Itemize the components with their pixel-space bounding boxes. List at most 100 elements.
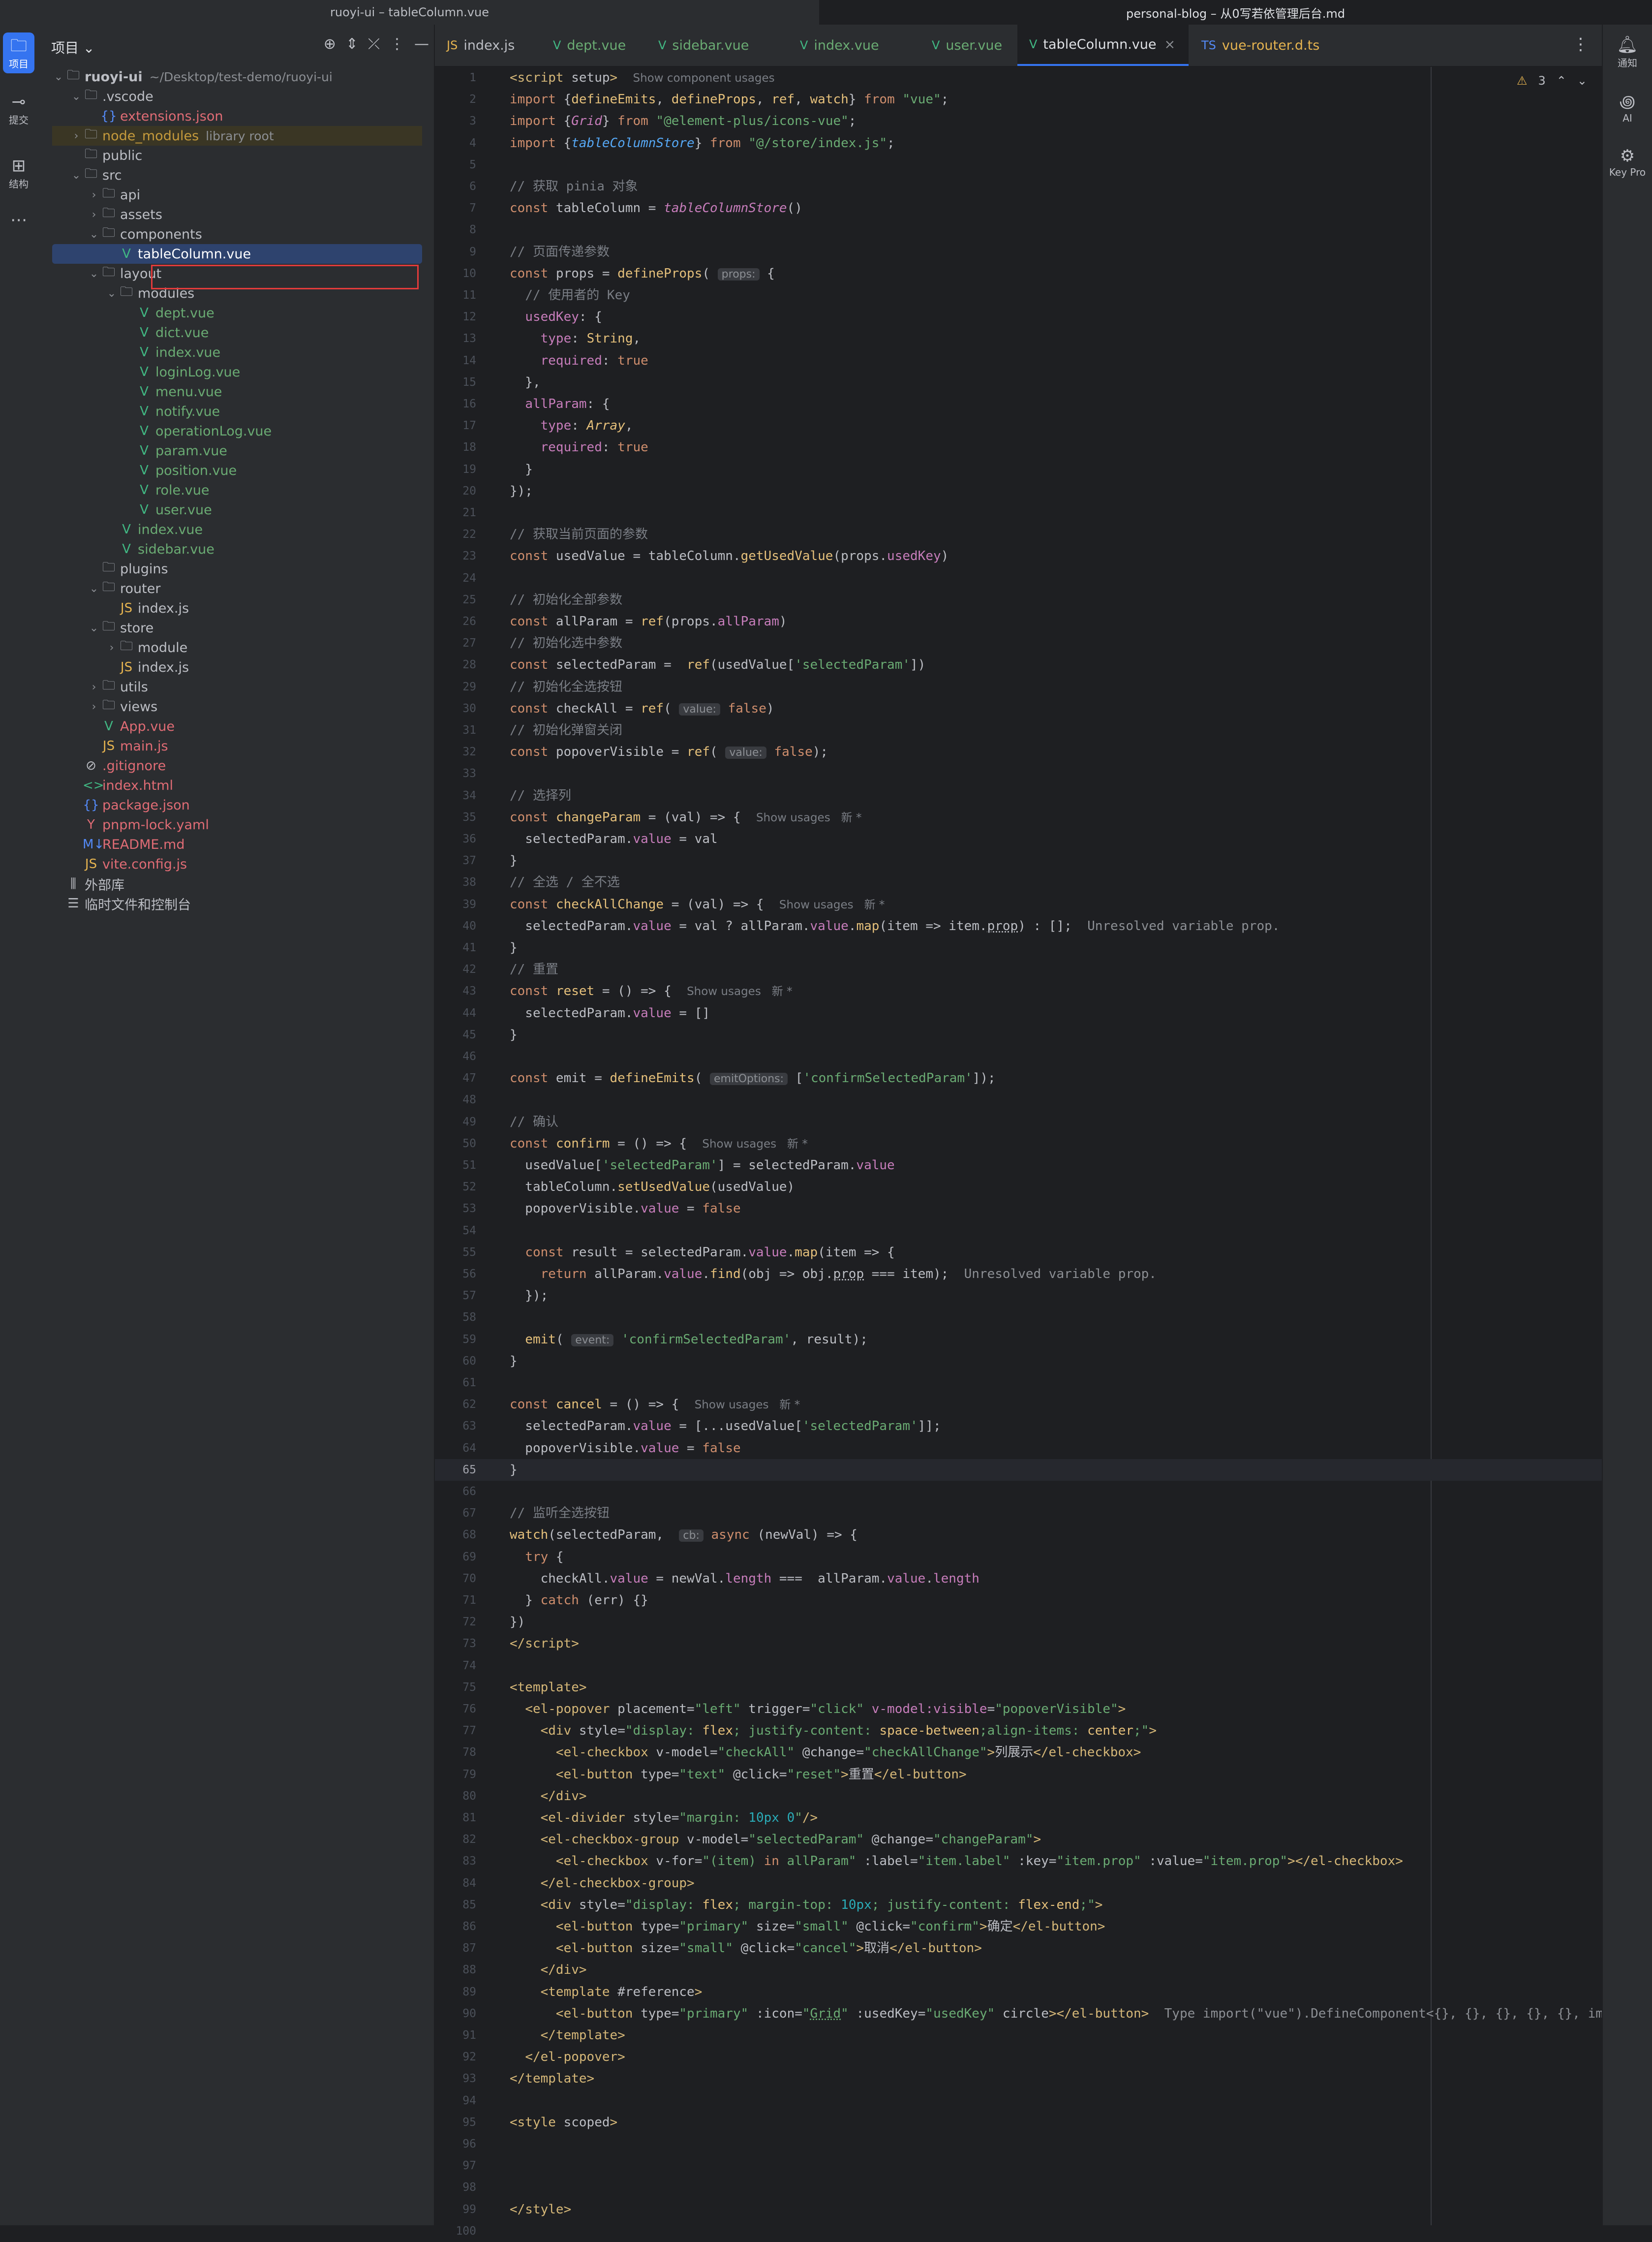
tree-item[interactable]: Ypnpm-lock.yaml [52, 815, 422, 835]
tree-item[interactable]: Vdept.vue [52, 303, 422, 323]
code-line[interactable]: allParam: { [510, 393, 610, 415]
code-line[interactable]: </script> [510, 1633, 579, 1654]
tree-item[interactable]: Vindex.vue [52, 520, 422, 539]
tree-item[interactable]: ⌄ 🗀 src [52, 165, 422, 185]
code-line[interactable]: </style> [510, 2199, 571, 2220]
code-line[interactable]: <div style="display: flex; justify-conte… [510, 1720, 1157, 1742]
code-line[interactable]: import {defineEmits, defineProps, ref, w… [510, 89, 948, 110]
code-line[interactable]: </template> [510, 2024, 625, 2046]
code-line[interactable]: const changeParam = (val) => { Show usag… [510, 807, 861, 828]
tree-item[interactable]: M↓ README.md [52, 835, 422, 854]
tree-item[interactable]: › 🗀 views [52, 697, 422, 716]
code-line[interactable]: <template> [510, 1677, 587, 1698]
code-line[interactable]: <el-button type="primary" size="small" @… [510, 1916, 1105, 1937]
code-line[interactable]: return allParam.value.find(obj => obj.pr… [510, 1263, 1157, 1285]
chevron-down-icon[interactable]: ⌄ [88, 622, 100, 634]
chevron-right-icon[interactable]: › [88, 189, 100, 201]
inspection-widget[interactable]: ⚠ 3 ⌃ ⌄ [1517, 74, 1587, 88]
code-line[interactable]: // 确认 [510, 1111, 558, 1133]
expand-all-icon[interactable]: ⇕ [346, 35, 358, 53]
code-line[interactable]: <style scoped> [510, 2112, 617, 2133]
code-line[interactable]: watch(selectedParam, cb: async (newVal) … [510, 1524, 857, 1546]
tree-item[interactable]: VoperationLog.vue [52, 421, 422, 441]
tree-item[interactable]: Vuser.vue [52, 500, 422, 520]
code-line[interactable]: // 初始化选中参数 [510, 632, 622, 654]
code-line[interactable]: } [510, 1350, 518, 1372]
tree-item[interactable]: Vsidebar.vue [52, 539, 422, 559]
code-line[interactable]: </el-checkbox-group> [510, 1872, 695, 1894]
notifications-tool-button[interactable]: 🔔︎ 通知 [1603, 34, 1652, 69]
code-line[interactable]: }); [510, 1285, 548, 1307]
project-tool-button[interactable]: 🗀 项目 [3, 32, 34, 73]
code-line[interactable]: } [510, 850, 518, 872]
code-line[interactable]: // 初始化弹窗关闭 [510, 719, 622, 741]
tree-item[interactable]: Vrole.vue [52, 480, 422, 500]
code-line[interactable]: selectedParam.value = [...usedValue['sel… [510, 1415, 941, 1437]
tree-item[interactable]: › 🗀 module [52, 638, 422, 657]
code-line[interactable]: </template> [510, 2068, 594, 2089]
tree-item[interactable]: 🗀 public [52, 146, 422, 165]
tree-item[interactable]: {} extensions.json [52, 106, 422, 126]
chevron-right-icon[interactable]: › [88, 701, 100, 713]
chevron-down-icon[interactable]: ⌄ [70, 91, 83, 103]
tree-item[interactable]: JS main.js [52, 736, 422, 756]
code-line[interactable]: const cancel = () => { Show usages 新 * [510, 1394, 800, 1415]
code-line[interactable]: import {Grid} from "@element-plus/icons-… [510, 110, 856, 132]
tree-item[interactable]: ⌄ 🗀 components [52, 224, 422, 244]
code-line[interactable]: type: String, [510, 328, 641, 349]
code-line[interactable]: <el-popover placement="left" trigger="cl… [510, 1698, 1126, 1720]
tree-item[interactable]: ⌄ 🗀 store [52, 618, 422, 638]
editor-tab[interactable]: Vsidebar.vue [646, 25, 787, 66]
code-line[interactable]: usedValue['selectedParam'] = selectedPar… [510, 1154, 894, 1176]
tree-item[interactable]: ⫼ 外部库 [52, 874, 422, 894]
tree-item[interactable]: JS index.js [52, 598, 422, 618]
code-line[interactable]: <el-checkbox v-model="checkAll" @change=… [510, 1742, 1141, 1763]
chevron-right-icon[interactable]: › [70, 130, 83, 142]
code-line[interactable]: // 使用者的 Key [510, 284, 630, 306]
chevron-down-icon[interactable]: ⌄ [88, 268, 100, 280]
editor-tab[interactable]: TS vue-router.d.ts [1190, 25, 1332, 66]
tree-item[interactable]: ⌄ 🗀 .vscode [52, 87, 422, 106]
code-line[interactable]: <script setup> Show component usages [510, 67, 775, 89]
code-line[interactable]: </el-popover> [510, 2046, 625, 2068]
tree-item[interactable]: ⌄ 🗀 router [52, 579, 422, 598]
code-line[interactable]: } [510, 1459, 518, 1481]
editor-tab[interactable]: VtableColumn.vue × [1017, 25, 1189, 66]
tree-item[interactable]: Vparam.vue [52, 441, 422, 461]
editor-tab[interactable]: Vindex.vue [788, 25, 919, 66]
code-line[interactable]: }) [510, 1611, 525, 1633]
chevron-right-icon[interactable]: › [88, 681, 100, 693]
key-promoter-tool-button[interactable]: ⚙ Key Pro [1603, 146, 1652, 178]
code-line[interactable]: // 获取当前页面的参数 [510, 524, 648, 545]
code-line[interactable]: // 全选 / 全不选 [510, 872, 620, 893]
code-line[interactable]: const emit = defineEmits( emitOptions: [… [510, 1067, 996, 1089]
code-line[interactable]: const checkAll = ref( value: false) [510, 698, 774, 719]
tree-item[interactable]: ⊘ .gitignore [52, 756, 422, 776]
code-line[interactable]: const selectedParam = ref(usedValue['sel… [510, 654, 925, 676]
code-line[interactable]: <template #reference> [510, 1981, 703, 2003]
code-line[interactable]: type: Array, [510, 415, 633, 436]
collapse-all-icon[interactable]: ⤫ [368, 35, 380, 53]
close-icon[interactable]: × [1164, 37, 1176, 52]
tree-item[interactable]: <> index.html [52, 776, 422, 795]
tree-item[interactable]: JS vite.config.js [52, 854, 422, 874]
code-line[interactable]: <el-button size="small" @click="cancel">… [510, 1937, 982, 1959]
code-line[interactable]: <el-checkbox v-for="(item) in allParam" … [510, 1850, 1403, 1872]
chevron-down-icon[interactable]: ⌄ [105, 287, 118, 300]
tree-item[interactable]: VtableColumn.vue [52, 244, 422, 264]
tree-item[interactable]: › 🗀 assets [52, 205, 422, 224]
more-tools-button[interactable]: ⋯ [3, 210, 34, 230]
code-line[interactable]: import {tableColumnStore} from "@/store/… [510, 132, 895, 154]
code-line[interactable]: const checkAllChange = (val) => { Show u… [510, 894, 885, 915]
commit-tool-button[interactable]: ⊸ 提交 [3, 92, 34, 126]
editor-tab[interactable]: JS index.js [435, 25, 540, 66]
structure-tool-button[interactable]: ⊞ 结构 [3, 156, 34, 190]
code-line[interactable]: } catch (err) {} [510, 1589, 648, 1611]
code-line[interactable]: emit( event: 'confirmSelectedParam', res… [510, 1329, 868, 1350]
editor-tab[interactable]: Vuser.vue [920, 25, 1016, 66]
code-line[interactable]: selectedParam.value = val ? allParam.val… [510, 915, 1280, 937]
code-line[interactable]: selectedParam.value = val [510, 828, 717, 850]
chevron-right-icon[interactable]: › [88, 209, 100, 221]
chevron-up-icon[interactable]: ⌃ [1557, 74, 1566, 88]
code-line[interactable]: const usedValue = tableColumn.getUsedVal… [510, 545, 948, 567]
